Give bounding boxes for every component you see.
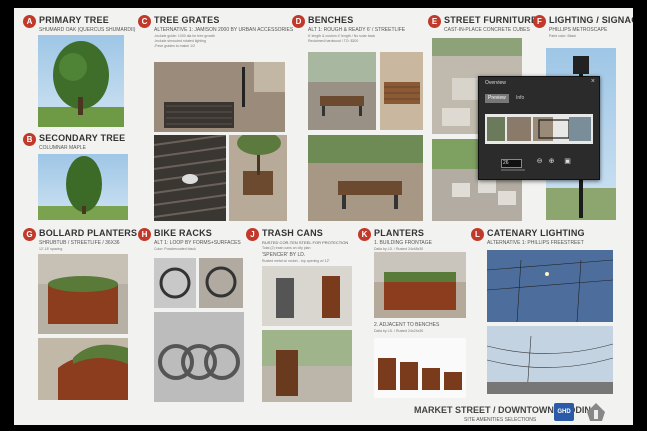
photo-trash-cans-2 (262, 330, 352, 402)
photo-bike-rack-1 (154, 258, 196, 308)
photo-bench-1 (308, 52, 376, 130)
badge-g: G (23, 228, 36, 241)
sub-planters-2: 2. Adjacent to benches (374, 322, 440, 328)
note-tree-grates-1: -Include guide: 1000 dia for tree growth (154, 34, 215, 38)
title-bollard-planters: Bollard Planters (39, 228, 138, 238)
note-benches-1: 6' length & custom 4' length / No solar … (308, 34, 376, 38)
overview-title: Overview (485, 80, 506, 86)
badge-b: B (23, 133, 36, 146)
photo-catenary-1 (487, 250, 613, 322)
badge-j: J (246, 228, 259, 241)
photo-trash-cans-1 (262, 266, 352, 326)
note-trash-2: 'Spencer' by LD. (262, 252, 306, 258)
title-trash-cans: Trash Cans (262, 228, 324, 238)
overview-panel[interactable]: Overview × Preview Info 26 ⊖ ⊕ ▣ (478, 76, 600, 180)
sub-street-furniture: Cast-in-place concrete cubes (444, 27, 530, 33)
title-lighting-signage: Lighting / Signage (549, 15, 633, 25)
sub-benches: Alt 1: Rough & Ready 6' / Streetlife (308, 27, 406, 33)
close-icon[interactable]: × (591, 78, 595, 85)
sub-tree-grates: Alternative 1: Jamison 2000 by Urban Acc… (154, 27, 294, 33)
title-benches: Benches (308, 15, 354, 25)
photo-bench-2 (380, 52, 423, 130)
badge-e: E (428, 15, 441, 28)
title-tree-grates: Tree Grates (154, 15, 220, 25)
tab-preview[interactable]: Preview (485, 94, 509, 103)
photo-planter-1 (38, 254, 128, 334)
photo-tree-grate-plaza (154, 62, 285, 132)
note-tree-grates-3: -Pave grades to match 1/2 (154, 44, 196, 48)
sub-bike-racks: Alt 1: Loop by Forms+Surfaces (154, 240, 241, 246)
zoom-input[interactable]: 26 (501, 159, 522, 168)
sub-planters-1: 1. Building Frontage (374, 240, 432, 246)
photo-tree-grate-closeup (154, 135, 226, 221)
fit-to-window-icon[interactable]: ▣ (563, 157, 572, 166)
badge-h: H (138, 228, 151, 241)
title-street-furniture: Street Furniture (444, 15, 538, 25)
zoom-in-icon[interactable]: ⊕ (547, 157, 556, 166)
photo-bench-3 (308, 135, 423, 221)
tab-info[interactable]: Info (513, 94, 527, 103)
photo-secondary-tree (38, 154, 128, 220)
badge-a: A (23, 15, 36, 28)
photo-catenary-2 (487, 326, 613, 394)
sub-trash-cans: Rusted cor-ten steel for protection (262, 240, 349, 245)
note-planters-1: Dalia by LD. / Rusted 24x48x30 (374, 247, 424, 251)
badge-k: K (358, 228, 371, 241)
ghd-logo: GHD (554, 403, 574, 421)
title-secondary-tree: Secondary Tree (39, 133, 126, 143)
photo-bike-rack-3 (154, 312, 244, 402)
title-planters: Planters (374, 228, 425, 238)
badge-f: F (533, 15, 546, 28)
title-catenary-lighting: Catenary Lighting (487, 228, 585, 238)
note-tree-grates-2: -Include shrouded rotated lighting (154, 39, 206, 43)
note-benches-2: Reclaimed hardwood / TO: $300 (308, 39, 359, 43)
sub-bollard-planters: Shrubtub / Streetlife / 36x36 (39, 240, 120, 246)
zoom-slider[interactable] (501, 169, 525, 171)
photo-planter-benches (374, 338, 466, 398)
photo-bike-rack-2 (199, 258, 243, 308)
zoom-out-icon[interactable]: ⊖ (535, 157, 544, 166)
title-primary-tree: Primary Tree (39, 15, 109, 25)
note-bike-racks-1: Color: Powdercoated black (154, 247, 196, 251)
note-trash-3: Rusted metal w/ rocker - top opening w/ … (262, 259, 330, 263)
photo-planter-2 (38, 338, 128, 400)
footer-subtitle: Site amenities selections (464, 417, 537, 423)
overview-thumbnail[interactable] (485, 114, 593, 144)
badge-d: D (292, 15, 305, 28)
photo-tree-grate-sidewalk (229, 135, 287, 221)
note-planters-2: Dalia by LD. / Rusted 24x24x30 (374, 329, 424, 333)
note-lighting-1: Paint color: Black (549, 34, 577, 38)
photo-planter-frontage (374, 252, 466, 318)
sub-secondary-tree: Columnar Maple (39, 145, 86, 151)
photo-primary-tree (38, 35, 124, 127)
city-logo-icon (586, 402, 606, 422)
title-bike-racks: Bike Racks (154, 228, 213, 238)
sub-primary-tree: Shumard Oak (Quercus Shumardii) (39, 27, 136, 33)
badge-l: L (471, 228, 484, 241)
presentation-board: A Primary Tree Shumard Oak (Quercus Shum… (14, 8, 633, 425)
sub-catenary-lighting: Alternative 1: Phillips Freestreet (487, 240, 584, 246)
badge-c: C (138, 15, 151, 28)
note-trash-1: Total (2) trash cans on city plan (262, 246, 311, 250)
note-bollard-1: 12'-18' spacing (39, 247, 63, 251)
sub-lighting-signage: Phillips Metroscape (549, 27, 608, 33)
